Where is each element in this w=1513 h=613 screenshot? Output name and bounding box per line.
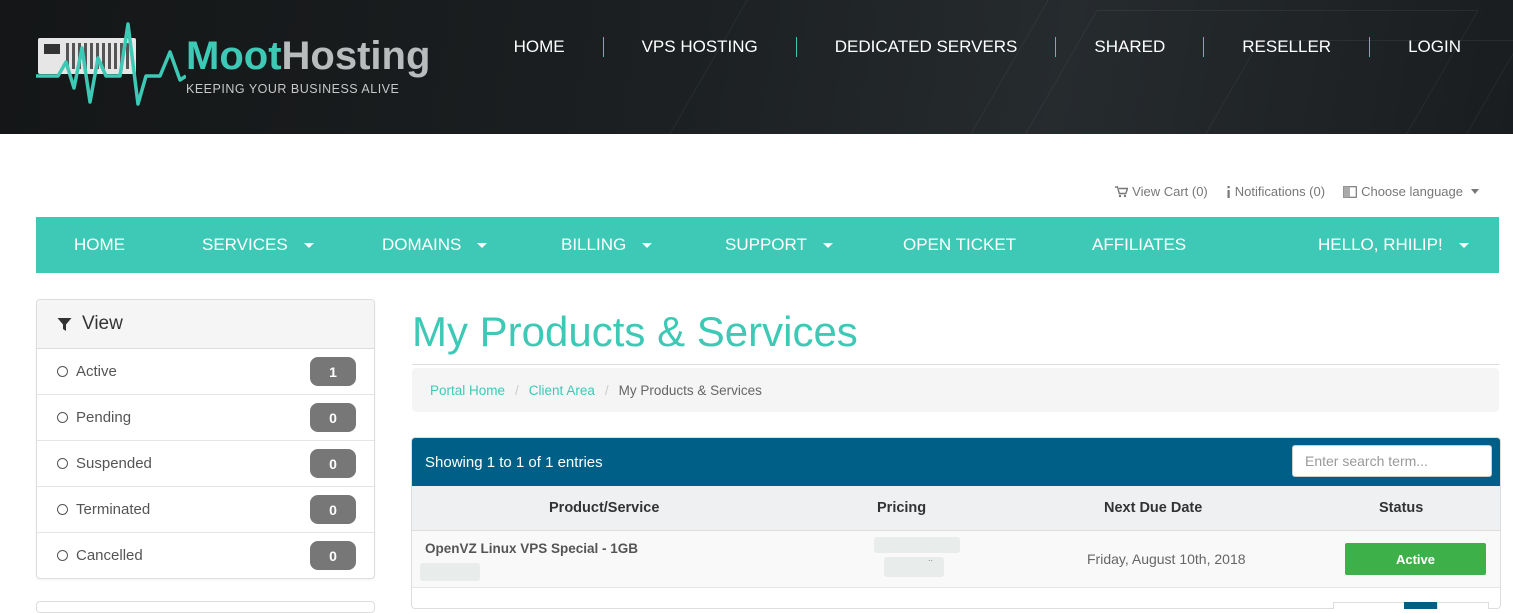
redacted-domain [420,563,480,581]
radio-circle-icon [57,550,68,561]
table-toolbar: Showing 1 to 1 of 1 entries [412,438,1500,486]
client-nav-label: SERVICES [202,235,288,254]
redacted-price [874,537,960,553]
client-nav-affiliates[interactable]: AFFILIATES [1092,235,1186,255]
nav-shared[interactable]: SHARED [1056,37,1203,57]
filter-label: Pending [76,409,132,426]
filter-label: Terminated [76,501,151,518]
nav-dedicated-servers[interactable]: DEDICATED SERVERS [797,37,1056,57]
breadcrumb-current: My Products & Services [618,382,762,398]
column-product-service[interactable]: Product/Service [549,500,659,516]
brand-name: MootHosting [186,34,431,78]
filter-label: Suspended [76,455,152,472]
language-label: Choose language [1361,184,1463,199]
client-nav-label: SUPPORT [725,235,807,254]
client-nav-label: OPEN TICKET [903,235,1017,254]
server-heartbeat-logo-icon [36,22,186,106]
breadcrumb: Portal Home / Client Area / My Products … [412,368,1499,412]
nav-reseller[interactable]: RESELLER [1204,37,1369,57]
column-pricing[interactable]: Pricing [877,500,926,516]
chevron-down-icon [1471,189,1479,194]
client-nav-label: BILLING [561,235,627,254]
products-table: Showing 1 to 1 of 1 entries Product/Serv… [411,437,1501,609]
filter-panel-title: View [82,313,123,334]
filter-terminated[interactable]: Terminated 0 [37,487,374,533]
main-navigation: HOME VPS HOSTING DEDICATED SERVERS SHARE… [476,37,1475,57]
radio-circle-icon [57,504,68,515]
client-nav-open-ticket[interactable]: OPEN TICKET [903,235,1016,255]
radio-circle-icon [57,412,68,423]
breadcrumb-separator: / [604,382,609,398]
secondary-panel [36,601,375,613]
site-header: MootHosting KEEPING YOUR BUSINESS ALIVE … [0,0,1513,134]
client-area-navigation: HOME SERVICES DOMAINS BILLING SUPPORT OP… [36,217,1499,273]
filter-suspended[interactable]: Suspended 0 [37,441,374,487]
breadcrumb-client-area[interactable]: Client Area [529,383,595,398]
filter-active[interactable]: Active 1 [37,349,374,395]
client-nav-domains[interactable]: DOMAINS [382,235,488,255]
table-header-row: Product/Service Pricing Next Due Date St… [412,486,1500,531]
title-divider [412,364,1499,365]
caret-down-icon [642,242,653,248]
status-badge: Active [1345,543,1486,575]
nav-login[interactable]: LOGIN [1370,37,1475,57]
redacted-cycle [884,557,944,577]
header-background-shape [641,0,1061,134]
view-cart-link[interactable]: View Cart (0) [1115,184,1208,199]
column-status[interactable]: Status [1379,500,1423,516]
status-filter-panel: View Active 1 Pending 0 Suspended 0 Term… [36,299,375,579]
client-nav-home[interactable]: HOME [74,235,125,255]
client-nav-billing[interactable]: BILLING [561,235,653,255]
filter-cancelled[interactable]: Cancelled 0 [37,533,374,578]
breadcrumb-separator: / [515,382,519,398]
count-badge: 1 [310,357,356,386]
count-badge: 0 [310,403,356,432]
product-name: OpenVZ Linux VPS Special - 1GB [425,541,639,556]
notifications-label: Notifications (0) [1234,184,1326,199]
breadcrumb-portal-home[interactable]: Portal Home [430,383,505,398]
pagination-current-page[interactable] [1404,602,1438,609]
brand-tagline: KEEPING YOUR BUSINESS ALIVE [186,82,400,96]
count-badge: 0 [310,541,356,570]
pagination-previous[interactable] [1333,602,1405,609]
client-nav-label: HOME [74,235,125,254]
utility-links: View Cart (0) Notifications (0) Choose l… [1115,184,1479,199]
client-nav-label: DOMAINS [382,235,462,254]
entries-info: Showing 1 to 1 of 1 entries [425,453,603,471]
client-nav-support[interactable]: SUPPORT [725,235,833,255]
caret-down-icon [303,242,314,248]
notifications-link[interactable]: Notifications (0) [1226,184,1325,199]
count-badge: 0 [310,449,356,478]
column-next-due-date[interactable]: Next Due Date [1104,500,1202,516]
caret-down-icon [1458,242,1469,248]
filter-pending[interactable]: Pending 0 [37,395,374,441]
radio-circle-icon [57,458,68,469]
count-badge: 0 [310,495,356,524]
filter-icon [57,317,72,331]
language-selector[interactable]: Choose language [1343,184,1479,199]
filter-label: Active [76,363,117,380]
site-logo[interactable]: MootHosting KEEPING YOUR BUSINESS ALIVE [36,18,430,110]
next-due-date: Friday, August 10th, 2018 [1087,551,1246,567]
page-title: My Products & Services [412,308,858,355]
filter-panel-header: View [37,300,374,349]
shopping-cart-icon [1115,185,1129,197]
filter-label: Cancelled [76,547,143,564]
search-input[interactable] [1292,445,1492,477]
pricing-value: .. [928,553,934,563]
client-nav-label: AFFILIATES [1092,235,1187,254]
pagination-next[interactable] [1437,602,1489,609]
radio-circle-icon [57,366,68,377]
client-nav-services[interactable]: SERVICES [202,235,314,255]
caret-down-icon [822,242,833,248]
nav-home[interactable]: HOME [476,37,603,57]
table-row[interactable]: OpenVZ Linux VPS Special - 1GB .. Friday… [412,531,1500,588]
language-icon [1343,185,1357,198]
caret-down-icon [477,242,488,248]
info-icon [1227,185,1230,198]
view-cart-label: View Cart (0) [1132,184,1208,199]
client-nav-account-menu[interactable]: HELLO, RHILIP! [1318,235,1469,255]
client-nav-label: HELLO, RHILIP! [1318,235,1443,254]
nav-vps-hosting[interactable]: VPS HOSTING [604,37,796,57]
